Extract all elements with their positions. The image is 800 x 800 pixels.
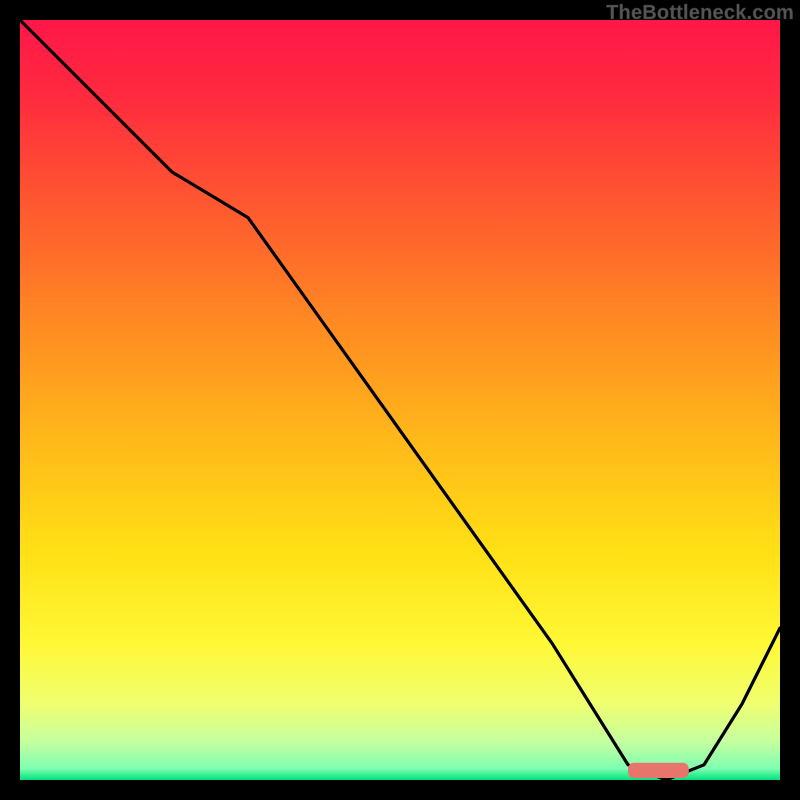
plot-area (20, 20, 780, 780)
gradient-background (20, 20, 780, 780)
chart-frame: TheBottleneck.com (0, 0, 800, 800)
